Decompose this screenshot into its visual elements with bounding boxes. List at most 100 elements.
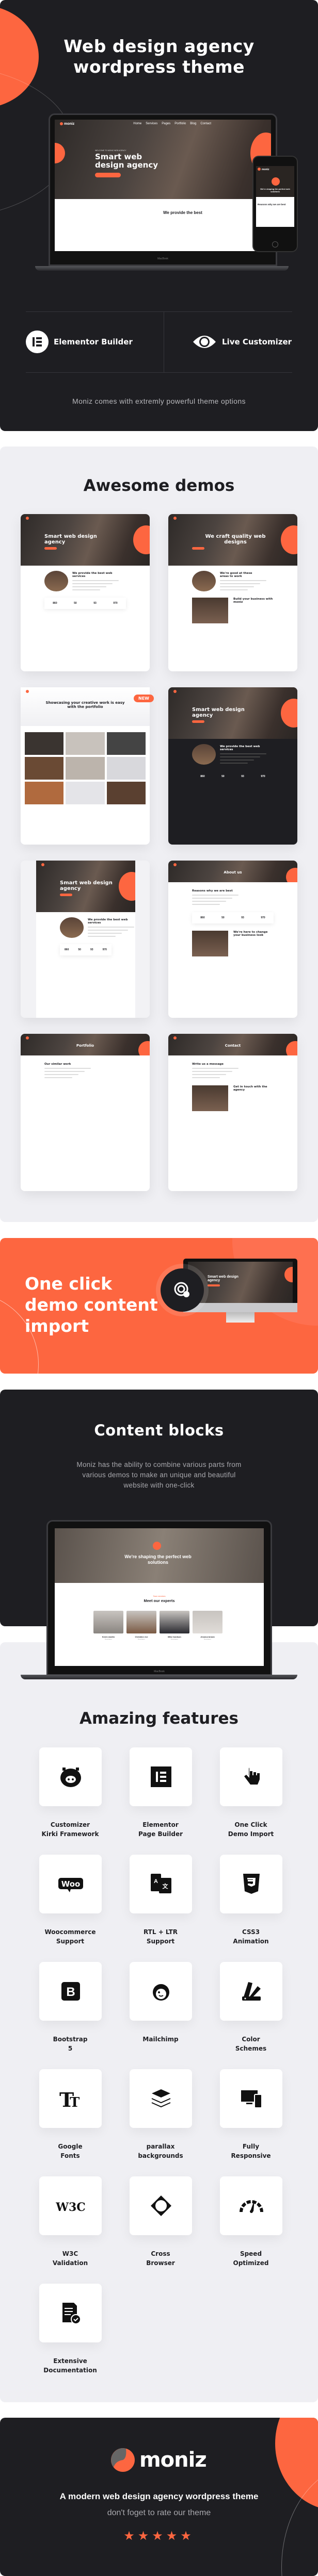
- svg-text:T: T: [70, 2095, 80, 2110]
- laptop-screen: moniz Home Services Pages Portfolio Blog…: [55, 120, 271, 251]
- demo-stats: 860 50 93 970: [192, 771, 274, 782]
- mockup-nav-item: Services: [146, 122, 158, 125]
- demo-card[interactable]: Showcasing your creative work is easy wi…: [21, 687, 154, 845]
- portfolio-thumb[interactable]: [106, 757, 146, 780]
- demo-section: Write us a message: [168, 1055, 297, 1078]
- demo-card[interactable]: Contact Write us a message Get in touch wi…: [168, 1034, 297, 1191]
- click-button: [156, 1264, 209, 1316]
- portfolio-thumb[interactable]: [25, 732, 64, 755]
- feature-label: W3C Validation: [52, 2250, 88, 2267]
- demo-section: We provide the best web services: [36, 912, 135, 938]
- stat-value: 860: [200, 916, 205, 919]
- team-member: Christine eve Developer: [126, 1611, 156, 1640]
- content-blocks-description: Moniz has the ability to combine various…: [0, 1460, 318, 1491]
- portfolio-thumb[interactable]: [25, 782, 64, 804]
- demo-hero: Smart web design agency: [21, 514, 150, 566]
- stat-value: 970: [261, 775, 265, 778]
- video-headline: We're shaping the perfect web solutions: [124, 1554, 192, 1565]
- demo-stats: 860 50 93 970: [44, 598, 126, 609]
- demo-section-title: We're good at these areas to work: [220, 572, 252, 578]
- demo-hero-title: Smart web design agency: [44, 534, 97, 545]
- text-placeholder: [220, 580, 266, 581]
- phone-section-title: Reasons why we are best: [258, 203, 286, 206]
- eye-icon: [193, 336, 216, 348]
- description-line: Moniz has the ability to combine various…: [76, 1461, 242, 1468]
- feature-tile: [220, 2069, 282, 2128]
- svg-text:W3C: W3C: [55, 2201, 86, 2214]
- star-icon: ★: [123, 2529, 138, 2543]
- feature-label: Live Customizer: [222, 337, 292, 346]
- mockup-about: We provide the best: [55, 199, 271, 251]
- text-placeholder: [44, 1074, 78, 1075]
- video-banner: We're shaping the perfect web solutions: [55, 1528, 264, 1583]
- demo-image-circle: [60, 917, 84, 938]
- text-placeholder: [220, 763, 248, 764]
- elementor-builder-feature: Elementor Builder: [26, 331, 133, 353]
- demo-hero: About us: [168, 861, 297, 882]
- portfolio-thumb[interactable]: [66, 757, 105, 780]
- text-placeholder: [72, 580, 119, 581]
- bootstrap-icon: B: [61, 1982, 80, 2001]
- demo-cta: [60, 894, 72, 896]
- svg-text:Woo: Woo: [61, 1879, 80, 1889]
- demo-hero-title: Smart web design agency: [60, 880, 113, 891]
- demo-card[interactable]: Smart web design agency We provide the be…: [21, 514, 150, 671]
- portfolio-thumb[interactable]: [66, 782, 105, 804]
- mockup-nav: moniz Home Services Pages Portfolio Blog…: [55, 120, 271, 128]
- feature-label: Bootstrap 5: [53, 2036, 88, 2052]
- portfolio-thumb[interactable]: [106, 732, 146, 755]
- star-icon: ★: [152, 2529, 166, 2543]
- portfolio-thumb[interactable]: [106, 782, 146, 804]
- mockup-nav-item: Home: [133, 122, 142, 125]
- demo-section-photo: [192, 1085, 228, 1111]
- live-customizer-feature: Live Customizer: [192, 333, 292, 351]
- stat-value: 860: [65, 948, 69, 951]
- demo-card[interactable]: Portfolio Our similar work: [21, 1034, 150, 1191]
- demo-cta: [44, 547, 57, 550]
- team-role: Developer: [138, 1638, 145, 1640]
- hero-section: Web design agency wordpress theme moniz …: [0, 0, 318, 431]
- team-member: Kevin martin Developer: [93, 1611, 123, 1640]
- demo-cta: [192, 547, 204, 550]
- demo-section-title: Build your business with moniz: [233, 598, 273, 604]
- text-placeholder: [220, 589, 248, 590]
- phone-screen: moniz We're shaping the perfect web solu…: [256, 166, 294, 227]
- laptop-mockup: moniz Home Services Pages Portfolio Blog…: [49, 113, 277, 266]
- portfolio-thumb[interactable]: [66, 732, 105, 755]
- team-photo: [93, 1611, 123, 1633]
- demo-section: We provide the best web services: [21, 566, 150, 591]
- import-title-line: One click: [25, 1274, 113, 1294]
- device-label: MacBook: [157, 257, 168, 260]
- mockup-nav-item: Portfolio: [174, 122, 186, 125]
- mockup-cta: [95, 173, 121, 177]
- mockup-circle: [55, 143, 65, 163]
- demo-section-title: We're here to change your business look: [233, 931, 268, 937]
- new-badge: NEW: [134, 695, 154, 702]
- kirki-pig-icon: [60, 1768, 81, 1787]
- text-placeholder: [44, 1071, 85, 1072]
- import-title: One click demo content import: [25, 1273, 158, 1336]
- cross-browser-icon: [150, 2195, 171, 2216]
- demo-card[interactable]: We craft quality web designs We're good a…: [168, 514, 297, 671]
- feature-label: Fully Responsive: [231, 2143, 271, 2159]
- demo-stats: 860 50 93 970: [60, 944, 112, 955]
- demo-nav: [21, 687, 150, 696]
- mailchimp-icon: [152, 1984, 169, 2001]
- demo-card[interactable]: Smart web design agency We provide the be…: [168, 687, 297, 845]
- demo-card[interactable]: About us Reasons why we are best 860 50 93 97…: [168, 861, 297, 1018]
- phone-mockup: moniz We're shaping the perfect web solu…: [252, 156, 298, 252]
- demo-orange-circle: [281, 699, 297, 728]
- feature-label: CSS3 Animation: [233, 1928, 269, 1945]
- portfolio-thumb[interactable]: [25, 757, 64, 780]
- phone-logo: moniz: [258, 168, 269, 171]
- team-photo: [160, 1611, 189, 1633]
- translate-icon: A文: [150, 1874, 171, 1893]
- text-placeholder: [44, 1077, 72, 1078]
- font-icon: TT: [59, 2088, 80, 2111]
- w3c-icon: W3C: [55, 2201, 86, 2214]
- demo-logo: [173, 690, 178, 693]
- demo-card[interactable]: Smart web design agency We provide the be…: [21, 861, 150, 1018]
- stat-value: 860: [53, 602, 57, 605]
- team-title: Meet our experts: [144, 1598, 175, 1603]
- svg-text:B: B: [66, 1985, 75, 1999]
